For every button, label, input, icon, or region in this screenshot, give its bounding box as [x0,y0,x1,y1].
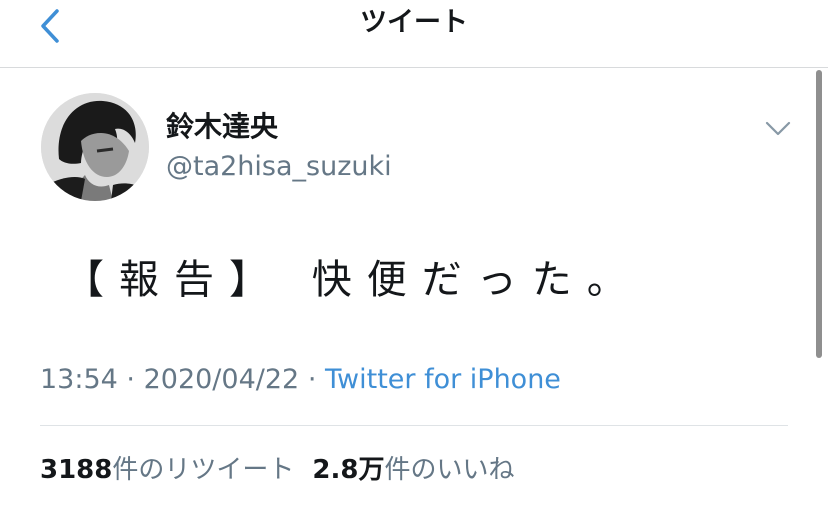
display-name[interactable]: 鈴木達央 [166,110,278,144]
chevron-down-icon [765,121,791,136]
navigation-bar: ツイート [0,0,828,68]
page-title: ツイート [360,7,468,38]
tweet-text: 【報告】 快便だった。 [64,257,642,303]
tweet-stats: 3188件のリツイート 2.8万件のいいね [40,452,514,488]
retweets-label: 件のリツイート [112,455,295,485]
retweets-count: 3188 [40,455,113,485]
tweet-source-link[interactable]: Twitter for iPhone [325,364,561,395]
user-handle[interactable]: @ta2hisa_suzuki [166,150,392,184]
profile-photo [41,93,149,201]
tweet-date: 2020/04/22 [143,364,300,395]
scrollbar[interactable] [816,70,822,358]
divider [40,425,788,426]
retweets-stat[interactable]: 3188件のリツイート [40,455,294,485]
tweet-options-button[interactable] [762,112,794,144]
likes-label: 件のいいね [384,455,515,485]
avatar[interactable] [41,93,149,201]
likes-count: 2.8万 [312,455,385,485]
tweet-time: 13:54 [40,364,118,395]
likes-stat[interactable]: 2.8万件のいいね [312,455,514,485]
meta-separator: · [307,364,317,395]
tweet-metadata: 13:54 · 2020/04/22 · Twitter for iPhone [40,362,561,398]
meta-separator: · [126,364,135,395]
